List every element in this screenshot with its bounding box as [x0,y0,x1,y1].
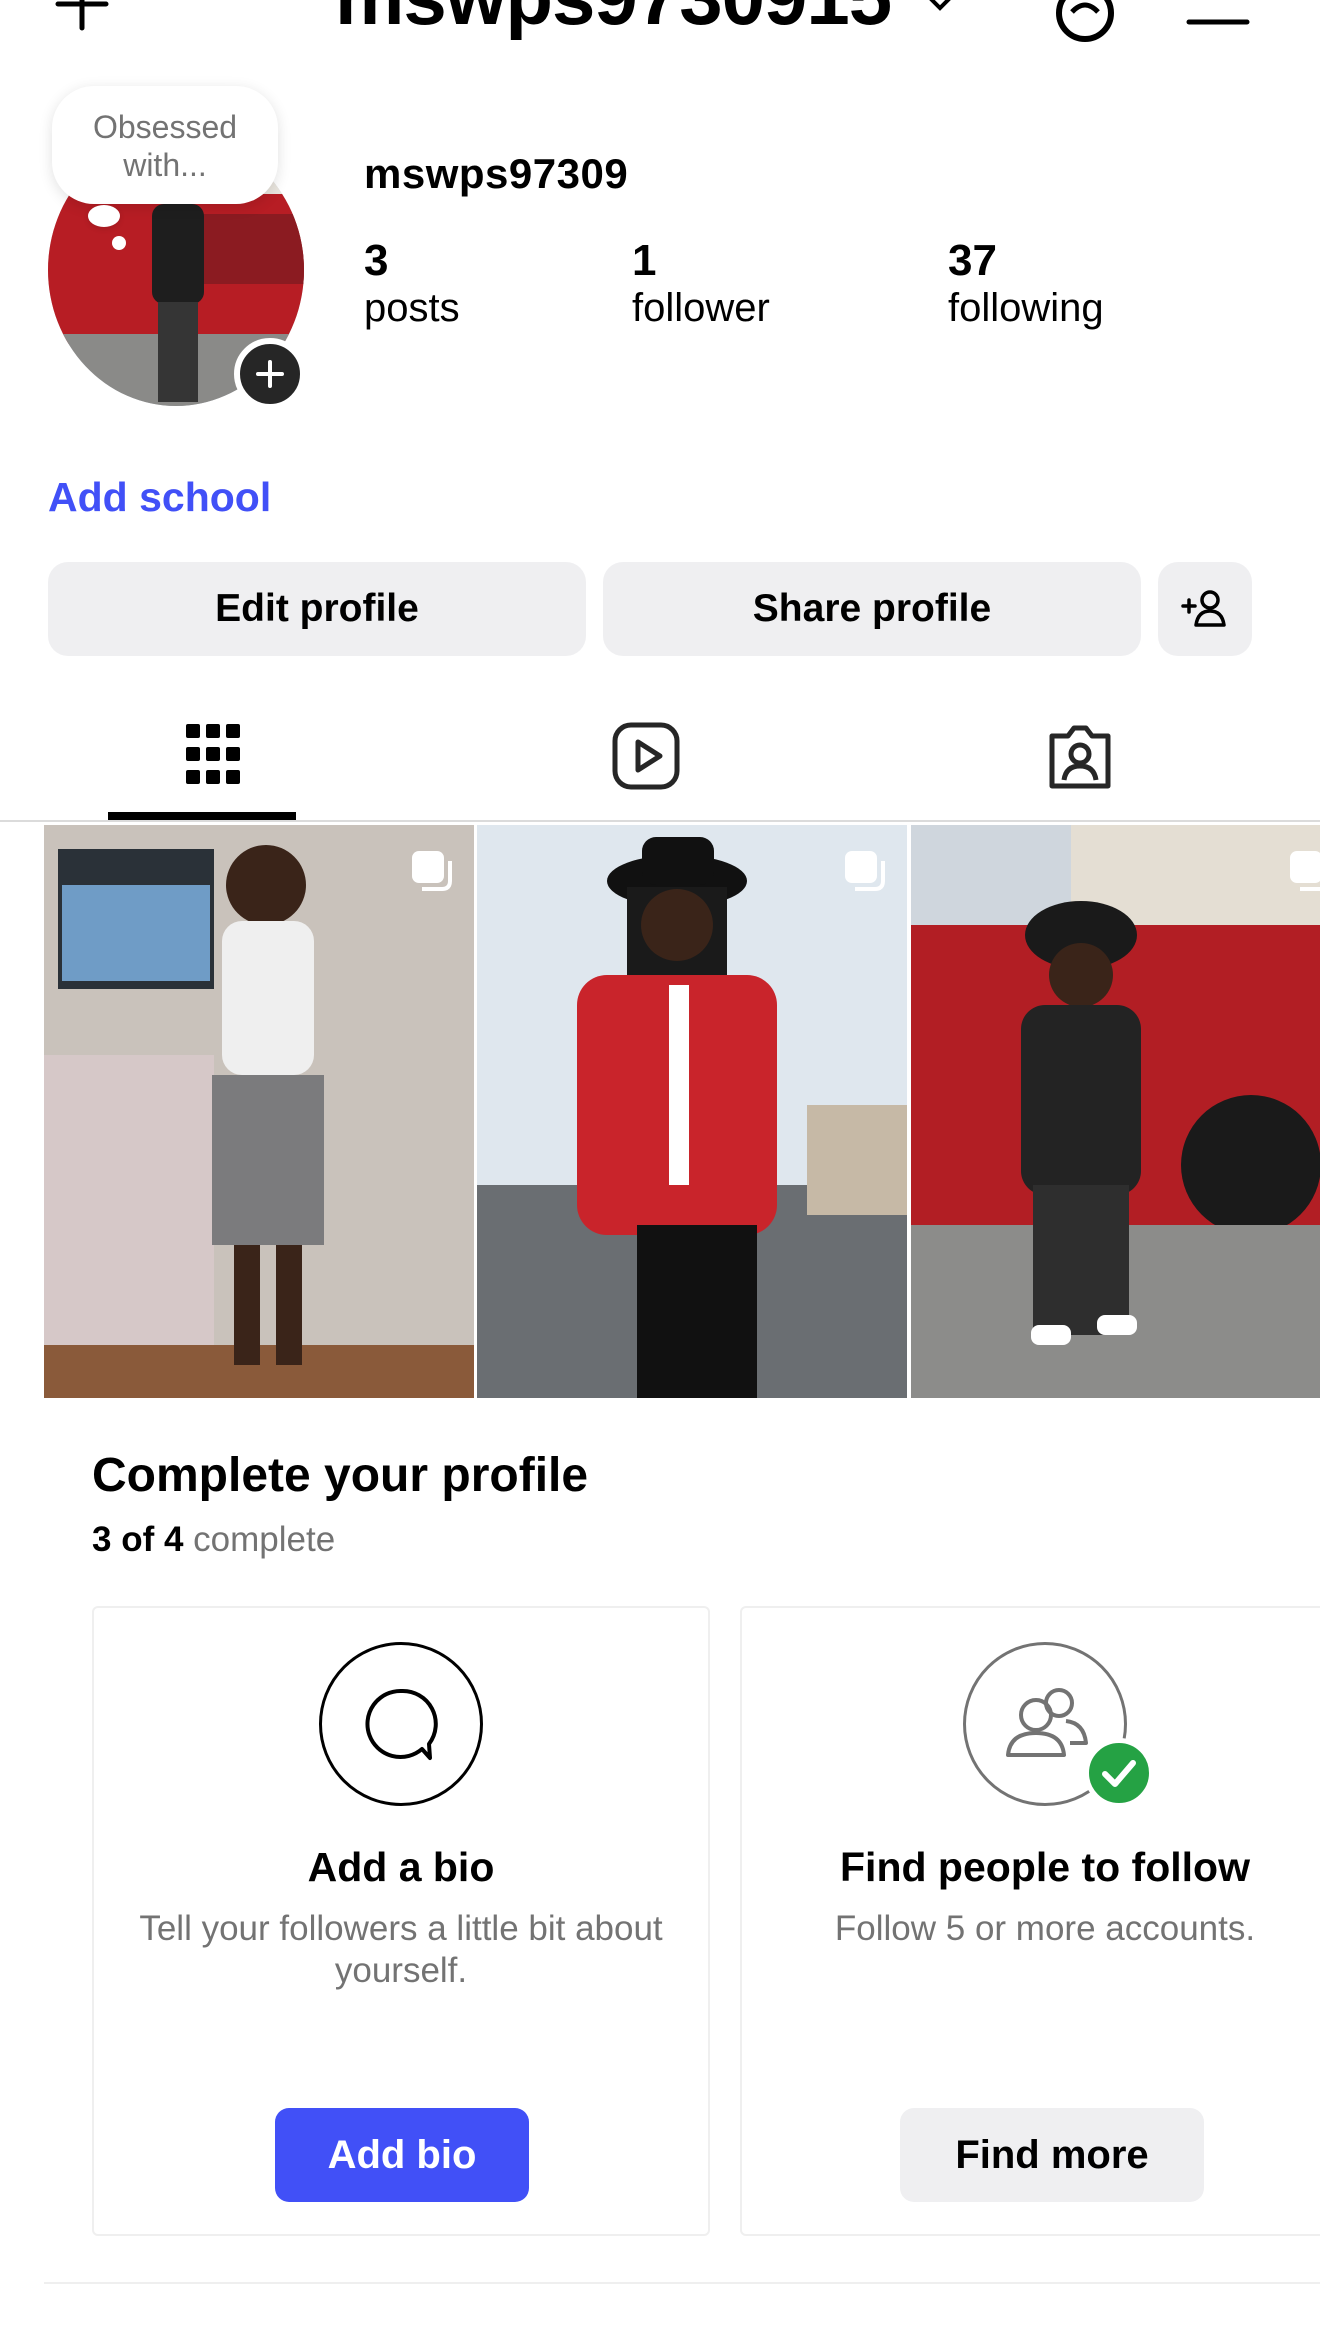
add-school-link[interactable]: Add school [48,474,271,521]
add-bio-button[interactable]: Add bio [275,2108,529,2202]
reels-icon [612,722,680,790]
stat-following-label: following [948,286,1104,330]
threads-icon[interactable] [1050,0,1120,53]
post-thumbnail[interactable] [911,825,1320,1398]
find-more-button[interactable]: Find more [900,2108,1204,2202]
note-text: Obsessed with... [92,109,238,183]
tabs-divider [0,820,1320,822]
check-icon [1084,1738,1154,1808]
share-profile-button[interactable]: Share profile [603,562,1141,656]
section-divider [44,2282,1320,2284]
card-title: Find people to follow [840,1844,1250,1890]
post-thumbnail[interactable] [44,825,474,1398]
edit-profile-button[interactable]: Edit profile [48,562,586,656]
find-people-card: Find people to follow Follow 5 or more a… [740,1606,1320,2236]
stat-following[interactable]: 37 following [948,236,1104,331]
progress-suffix: complete [183,1520,336,1559]
stat-posts[interactable]: 3 posts [364,236,460,331]
card-description: Tell your followers a little bit about y… [139,1909,663,1990]
note-bubble-tail-dot [112,236,126,250]
speech-bubble-icon [319,1642,483,1806]
grid-icon [186,724,240,784]
stat-followers[interactable]: 1 follower [632,236,770,331]
add-bio-card: Add a bio Tell your followers a little b… [92,1606,710,2236]
multi-post-icon [845,851,885,891]
tab-tagged[interactable] [1046,722,1114,795]
profile-username: mswps97309 [364,150,629,197]
multi-post-icon [1290,851,1320,891]
active-tab-indicator [108,812,296,820]
note-bubble-tail [88,205,120,227]
card-title: Add a bio [307,1844,495,1890]
multi-post-icon [412,851,452,891]
chevron-down-icon[interactable] [922,0,958,25]
plus-icon[interactable] [52,0,112,45]
stat-posts-label: posts [364,286,460,330]
discover-people-button[interactable] [1158,562,1252,656]
menu-icon[interactable] [1185,0,1251,33]
stat-following-value: 37 [948,236,997,285]
add-story-button[interactable] [234,338,306,410]
post-thumbnail[interactable] [477,825,907,1398]
complete-profile-title: Complete your profile [92,1449,589,1502]
stat-followers-value: 1 [632,236,657,285]
stat-followers-label: follower [632,286,770,330]
top-bar: mswps9730915 [0,0,1320,60]
complete-profile-progress: 3 of 4 complete [92,1520,335,1560]
tagged-icon [1049,725,1111,789]
add-person-icon [1181,590,1226,627]
tab-posts[interactable] [184,722,242,791]
card-description: Follow 5 or more accounts. [834,1909,1256,1948]
account-switcher-handle[interactable]: mswps9730915 [335,0,892,43]
note-bubble[interactable]: Obsessed with... [52,86,278,204]
progress-count: 3 of 4 [92,1520,184,1559]
plus-icon [256,360,284,388]
stat-posts-value: 3 [364,236,389,285]
tab-reels[interactable] [612,722,680,795]
